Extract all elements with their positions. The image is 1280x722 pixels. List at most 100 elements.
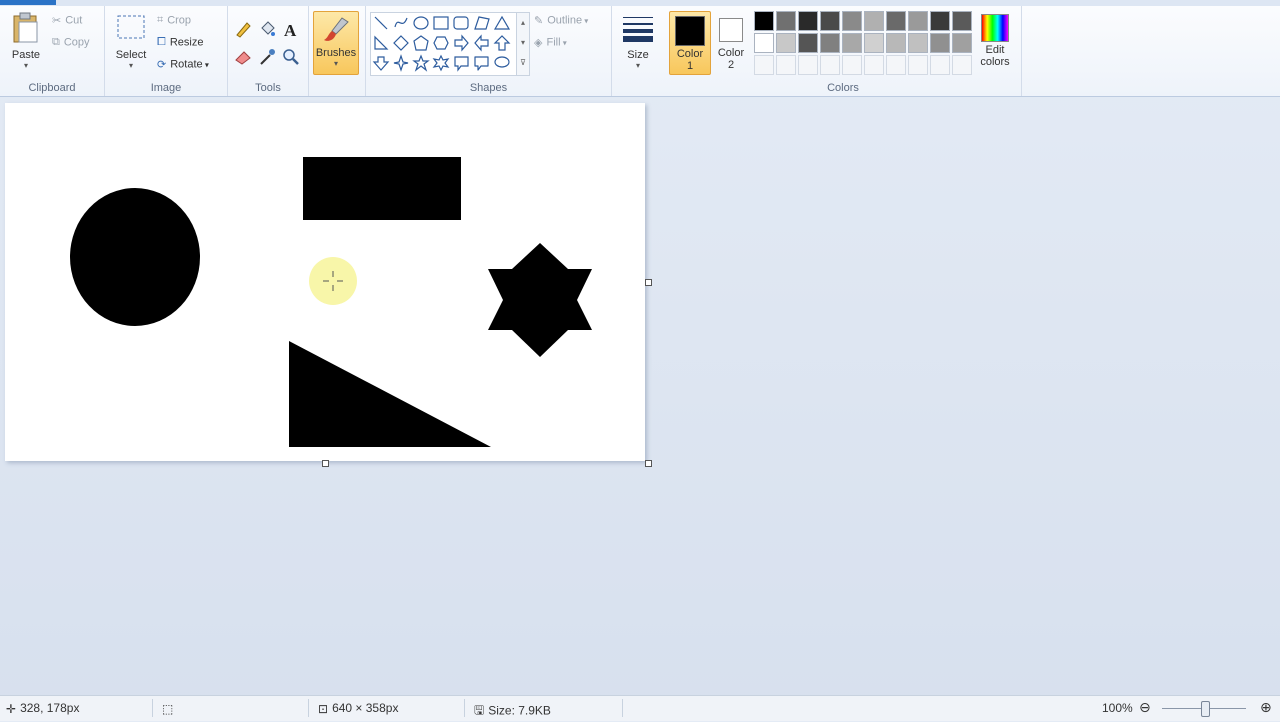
palette-color-swatch[interactable] <box>886 11 906 31</box>
fill-button[interactable]: ◈ Fill ▾ <box>534 36 567 49</box>
fill-icon: ◈ <box>534 37 543 49</box>
paste-label: Paste <box>11 49 41 61</box>
black-triangle-shape <box>289 341 491 447</box>
zoom-level: 100% <box>1102 701 1133 715</box>
cut-button[interactable]: ✂ Cut <box>52 14 82 27</box>
palette-color-swatch[interactable] <box>776 33 796 53</box>
drawing-canvas[interactable] <box>5 103 645 461</box>
outline-button[interactable]: ✎ Outline ▾ <box>534 14 588 27</box>
palette-color-swatch[interactable] <box>908 33 928 53</box>
color2-label-line2: 2 <box>727 59 735 71</box>
brushes-dropdown-icon: ▾ <box>333 59 338 68</box>
shapes-gallery <box>370 12 518 76</box>
zoom-slider-thumb[interactable] <box>1201 701 1210 717</box>
palette-color-swatch[interactable] <box>842 33 862 53</box>
size-button[interactable]: Size ▾ <box>618 14 658 70</box>
resize-button[interactable]: ⧠ Resize <box>157 36 203 49</box>
rotate-button[interactable]: ⟳ Rotate ▾ <box>157 58 209 71</box>
color-picker-tool[interactable] <box>256 46 278 68</box>
select-label: Select <box>115 49 147 61</box>
resize-handle-corner[interactable] <box>645 460 652 467</box>
tools-group-label: Tools <box>255 82 281 94</box>
brushes-label: Brushes <box>315 47 357 59</box>
gallery-expand-icon[interactable]: ⊽ <box>517 53 529 73</box>
zoom-in-icon[interactable]: ⊕ <box>1260 699 1272 716</box>
outline-icon: ✎ <box>534 15 544 27</box>
outline-label: Outline <box>547 14 583 27</box>
palette-color-swatch[interactable] <box>864 11 884 31</box>
eraser-icon <box>235 51 251 65</box>
palette-color-swatch[interactable] <box>930 11 950 31</box>
custom-color-slot[interactable] <box>930 55 950 75</box>
custom-color-slot[interactable] <box>798 55 818 75</box>
resize-handle-right[interactable] <box>645 279 652 286</box>
custom-color-slot[interactable] <box>886 55 906 75</box>
color1-button[interactable]: Color 1 <box>669 11 711 75</box>
size-label: Size <box>627 49 649 61</box>
file-size-value: Size: 7.9KB <box>488 703 551 718</box>
fill-tool[interactable] <box>256 18 278 40</box>
image-group-label: Image <box>150 82 182 94</box>
palette-color-swatch[interactable] <box>930 33 950 53</box>
palette-color-swatch[interactable] <box>820 11 840 31</box>
custom-color-slot[interactable] <box>952 55 972 75</box>
palette-color-swatch[interactable] <box>952 11 972 31</box>
shapes-group-label: Shapes <box>469 82 508 94</box>
palette-color-swatch[interactable] <box>820 33 840 53</box>
custom-color-slot[interactable] <box>776 55 796 75</box>
edit-colors-button[interactable]: Edit colors <box>975 11 1015 68</box>
line-size-icon <box>623 17 653 42</box>
palette-color-swatch[interactable] <box>754 33 774 53</box>
copy-button[interactable]: ⧉ Copy <box>52 36 90 49</box>
text-icon: A <box>284 21 297 40</box>
crop-label: Crop <box>167 14 192 27</box>
select-icon <box>117 15 145 39</box>
palette-color-swatch[interactable] <box>798 11 818 31</box>
black-rectangle-shape <box>303 157 461 220</box>
status-divider <box>308 699 309 717</box>
rectangular-callout-shape-icon <box>454 56 469 72</box>
zoom-out-icon[interactable]: ⊖ <box>1139 699 1151 716</box>
selection-size: ⬚ <box>162 701 177 716</box>
scissors-icon: ✂ <box>52 15 62 27</box>
palette-color-swatch[interactable] <box>798 33 818 53</box>
palette-color-swatch[interactable] <box>952 33 972 53</box>
diamond-shape-icon <box>393 35 409 51</box>
scroll-up-icon[interactable]: ▴ <box>517 13 529 33</box>
custom-color-slot[interactable] <box>864 55 884 75</box>
custom-color-slot[interactable] <box>754 55 774 75</box>
text-tool[interactable]: A <box>280 18 302 40</box>
crop-button[interactable]: ⌗ Crop <box>157 14 191 27</box>
resize-label: Resize <box>169 36 204 49</box>
select-button[interactable]: Select ▾ <box>111 12 151 70</box>
palette-color-swatch[interactable] <box>864 33 884 53</box>
custom-color-slot[interactable] <box>908 55 928 75</box>
color1-label-line2: 1 <box>686 60 694 72</box>
cursor-highlight <box>309 257 357 305</box>
resize-handle-bottom[interactable] <box>322 460 329 467</box>
pencil-tool[interactable] <box>232 18 254 40</box>
palette-color-swatch[interactable] <box>886 33 906 53</box>
canvas-size: ⊡ 640 × 358px <box>318 701 398 716</box>
eraser-tool[interactable] <box>232 46 254 68</box>
palette-color-swatch[interactable] <box>776 11 796 31</box>
color2-button[interactable]: Color 2 <box>712 11 750 73</box>
brushes-button[interactable]: Brushes ▾ <box>313 11 359 75</box>
color1-label-line1: Color <box>676 48 704 60</box>
custom-color-slot[interactable] <box>842 55 862 75</box>
custom-color-slot[interactable] <box>820 55 840 75</box>
scroll-down-icon[interactable]: ▾ <box>517 33 529 53</box>
rounded-rectangle-shape-icon <box>453 16 469 30</box>
eyedropper-icon <box>260 49 275 65</box>
oval-callout-shape-icon <box>494 56 510 68</box>
palette-color-swatch[interactable] <box>754 11 774 31</box>
magnifier-tool[interactable] <box>280 46 302 68</box>
paste-button[interactable]: Paste ▾ <box>6 12 46 70</box>
file-tab[interactable] <box>0 0 56 5</box>
rotate-icon: ⟳ <box>157 59 167 71</box>
palette-color-swatch[interactable] <box>842 11 862 31</box>
rounded-callout-shape-icon <box>474 56 489 71</box>
palette-color-swatch[interactable] <box>908 11 928 31</box>
shapes-scrollbar[interactable]: ▴ ▾ ⊽ <box>516 12 530 76</box>
cursor-position-icon: ✛ <box>6 701 17 716</box>
